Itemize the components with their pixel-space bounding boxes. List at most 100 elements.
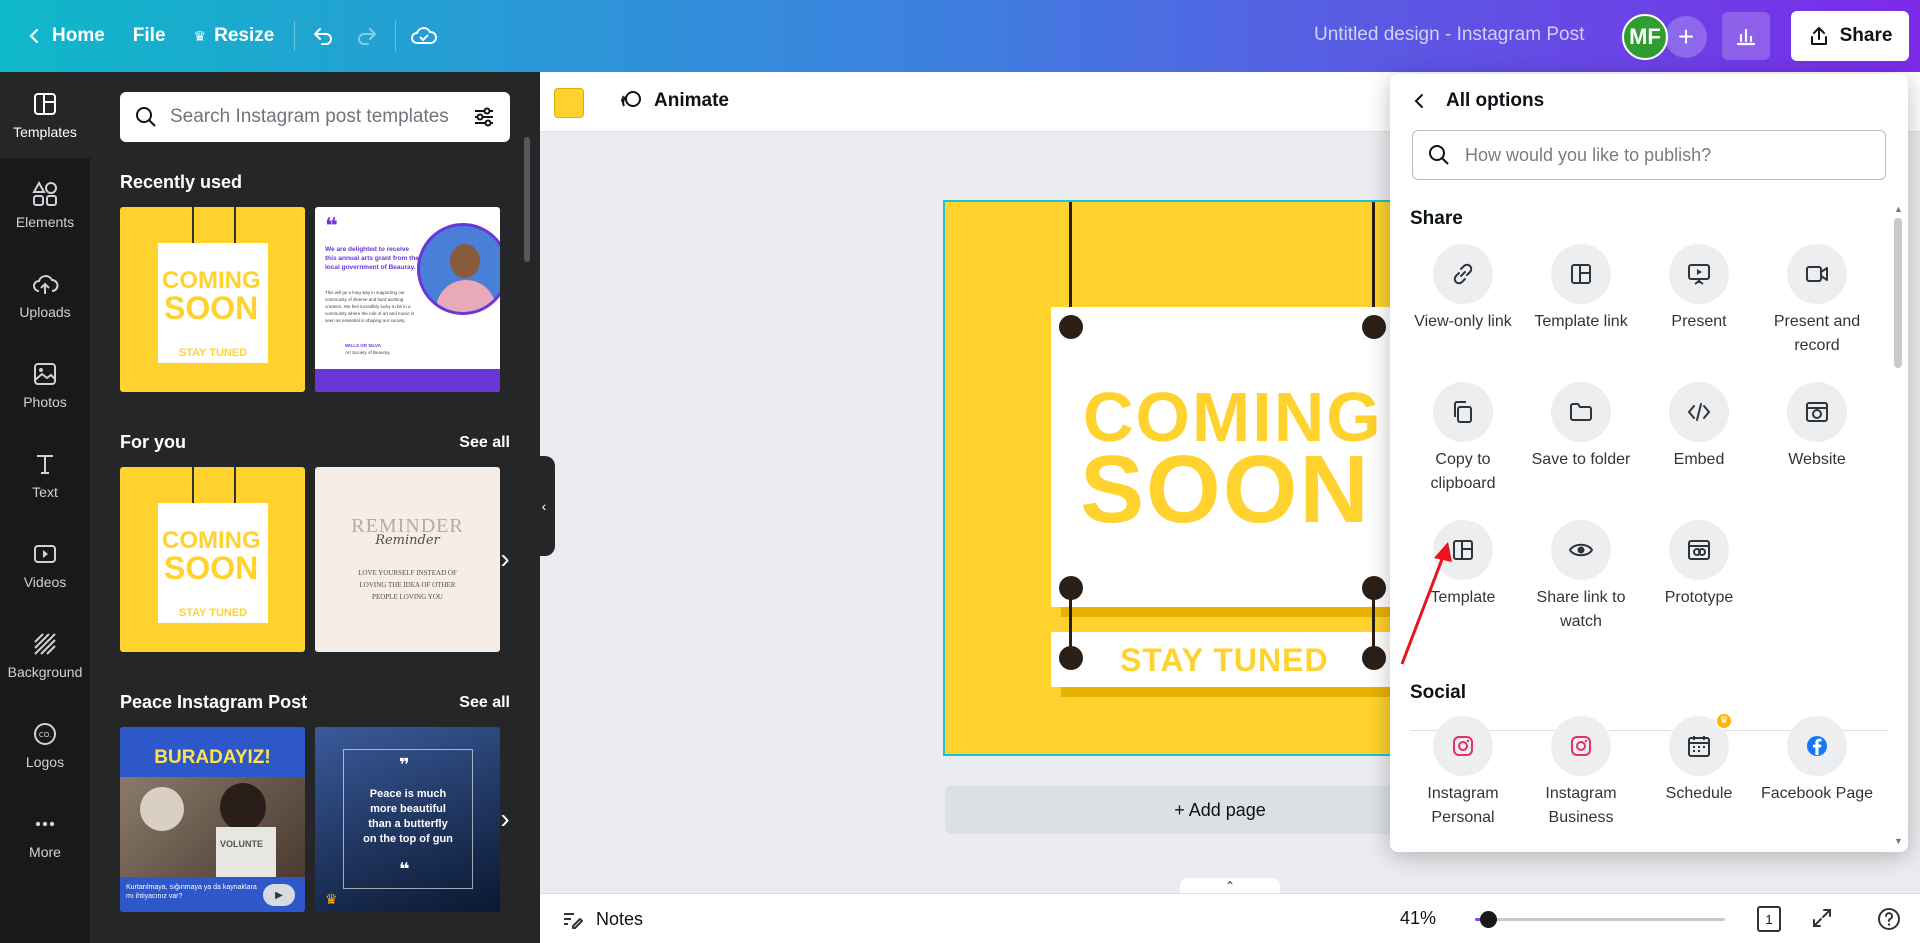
see-all-link[interactable]: See all bbox=[459, 434, 510, 452]
insights-button[interactable] bbox=[1722, 12, 1770, 60]
side-rail: Templates Elements Uploads Photos Text V… bbox=[0, 72, 90, 943]
rail-item-photos[interactable]: Photos bbox=[0, 342, 90, 428]
option-label: Embed bbox=[1673, 451, 1725, 468]
people-photo: VOLUNTE bbox=[120, 777, 305, 877]
templates-panel: Search Instagram post templates Recently… bbox=[90, 72, 540, 943]
collapse-panel-button[interactable]: ‹ bbox=[533, 456, 555, 556]
thumb-text: STAY TUNED bbox=[158, 347, 268, 359]
option-label: Website bbox=[1788, 451, 1846, 468]
panel-scrollbar[interactable] bbox=[524, 137, 530, 262]
file-menu-button[interactable]: File bbox=[119, 14, 180, 58]
template-thumbnail[interactable]: ❞ Peace is much more beautiful than a bu… bbox=[315, 727, 500, 912]
option-label: Copy to clipboard bbox=[1430, 451, 1496, 492]
publish-search[interactable]: How would you like to publish? bbox=[1412, 130, 1886, 180]
share-option-embed[interactable]: Embed bbox=[1640, 382, 1758, 472]
design-heading[interactable]: SOON bbox=[1080, 442, 1371, 538]
share-option-template-link[interactable]: Template link bbox=[1522, 244, 1640, 334]
scroll-up-icon[interactable]: ▲ bbox=[1894, 204, 1903, 214]
resize-label: Resize bbox=[214, 25, 275, 46]
quote-mark-icon: ❝ bbox=[399, 859, 410, 879]
help-button[interactable] bbox=[1876, 906, 1902, 937]
avatar[interactable]: MF bbox=[1622, 14, 1668, 60]
play-icon: ▶ bbox=[263, 884, 295, 906]
color-swatch[interactable] bbox=[554, 88, 584, 118]
see-all-link[interactable]: See all bbox=[459, 694, 510, 712]
resize-button[interactable]: ♛ Resize bbox=[180, 14, 289, 58]
search-icon bbox=[136, 107, 156, 127]
share-option-share-link-to-watch[interactable]: Share link to watch bbox=[1522, 520, 1640, 634]
chevron-left-icon bbox=[1414, 94, 1423, 108]
home-button[interactable]: Home bbox=[12, 14, 119, 58]
dropdown-scrollbar[interactable]: ▲ ▼ bbox=[1894, 204, 1903, 846]
social-section-title: Social bbox=[1410, 682, 1466, 703]
cloud-check-icon bbox=[411, 27, 438, 44]
crown-icon: ♛ bbox=[325, 891, 338, 907]
share-option-save-to-folder[interactable]: Save to folder bbox=[1522, 382, 1640, 472]
template-thumbnail[interactable]: REMINDER Reminder LOVE YOURSELF INSTEAD … bbox=[315, 467, 500, 652]
template-thumbnail[interactable]: BURADAYIZ! VOLUNTE Kurtarılmaya, sığınma… bbox=[120, 727, 305, 912]
carousel-next-button[interactable]: › bbox=[492, 799, 518, 839]
folder-icon bbox=[1570, 403, 1592, 421]
rail-item-text[interactable]: Text bbox=[0, 432, 90, 518]
thumb-text: Peace is much more beautiful than a butt… bbox=[363, 788, 453, 845]
filter-sliders-icon[interactable] bbox=[472, 105, 496, 129]
zoom-slider-knob[interactable] bbox=[1479, 911, 1497, 928]
share-option-present-and-record[interactable]: Present and record bbox=[1758, 244, 1876, 358]
expand-pages-button[interactable]: ⌃ bbox=[1180, 878, 1280, 894]
animate-button[interactable]: Animate bbox=[618, 88, 729, 114]
back-to-all-options[interactable]: All options bbox=[1412, 90, 1544, 112]
add-collaborator-button[interactable]: + bbox=[1665, 16, 1707, 58]
rail-item-uploads[interactable]: Uploads bbox=[0, 252, 90, 338]
redo-button[interactable] bbox=[345, 14, 389, 58]
rail-item-videos[interactable]: Videos bbox=[0, 522, 90, 608]
rail-label: Logos bbox=[25, 754, 65, 770]
rail-item-background[interactable]: Background bbox=[0, 612, 90, 698]
zoom-level[interactable]: 41% bbox=[1400, 908, 1436, 929]
notes-button[interactable]: Notes bbox=[560, 907, 643, 931]
rail-item-more[interactable]: More bbox=[0, 792, 90, 878]
rope-knot bbox=[1059, 315, 1083, 339]
design-canvas[interactable]: COMING SOON STAY TUNED bbox=[943, 200, 1402, 756]
bottom-bar: Notes 41% 1 bbox=[540, 893, 1920, 943]
publish-search-input[interactable]: How would you like to publish? bbox=[1465, 145, 1711, 166]
share-button[interactable]: Share bbox=[1791, 11, 1909, 61]
thumb-text: VOLUNTE bbox=[220, 839, 264, 849]
zoom-slider[interactable] bbox=[1475, 911, 1725, 928]
template-search[interactable]: Search Instagram post templates bbox=[120, 92, 510, 142]
carousel-next-button[interactable]: › bbox=[492, 539, 518, 579]
rail-item-templates[interactable]: Templates bbox=[0, 72, 90, 158]
page-count-button[interactable]: 1 bbox=[1757, 906, 1781, 932]
rope bbox=[234, 207, 236, 247]
scroll-thumb[interactable] bbox=[1894, 218, 1902, 368]
option-label: Share link to watch bbox=[1536, 589, 1626, 630]
share-option-prototype[interactable]: Prototype bbox=[1640, 520, 1758, 610]
instagram-icon bbox=[1571, 736, 1591, 756]
option-label: Prototype bbox=[1664, 589, 1734, 606]
design-subheading[interactable]: STAY TUNED bbox=[1120, 642, 1329, 679]
facebook-icon bbox=[1807, 736, 1827, 756]
rail-item-logos[interactable]: CO. Logos bbox=[0, 702, 90, 788]
social-option-instagram-business[interactable]: Instagram Business bbox=[1522, 716, 1640, 830]
social-option-facebook-page[interactable]: Facebook Page bbox=[1758, 716, 1876, 806]
scroll-down-icon[interactable]: ▼ bbox=[1894, 836, 1903, 846]
fullscreen-button[interactable] bbox=[1810, 906, 1834, 935]
social-option-instagram-personal[interactable]: Instagram Personal bbox=[1404, 716, 1522, 830]
notes-label: Notes bbox=[596, 908, 644, 929]
social-option-schedule[interactable]: ♛ Schedule bbox=[1640, 712, 1758, 806]
share-option-copy-to-clipboard[interactable]: Copy to clipboard bbox=[1404, 382, 1522, 496]
rope-knot bbox=[1362, 576, 1386, 600]
template-thumbnail[interactable]: ❝ We are delighted to receive this annua… bbox=[315, 207, 500, 392]
undo-button[interactable] bbox=[301, 14, 345, 58]
cloud-save-status-button[interactable] bbox=[402, 14, 446, 58]
search-input[interactable]: Search Instagram post templates bbox=[170, 106, 460, 128]
rail-item-elements[interactable]: Elements bbox=[0, 162, 90, 248]
template-thumbnail[interactable]: COMING SOON STAY TUNED bbox=[120, 467, 305, 652]
share-option-website[interactable]: Website bbox=[1758, 382, 1876, 472]
chevron-right-icon: › bbox=[500, 543, 510, 574]
document-title[interactable]: Untitled design - Instagram Post bbox=[1314, 24, 1584, 46]
rope-knot bbox=[1059, 646, 1083, 670]
share-option-present[interactable]: Present bbox=[1640, 244, 1758, 334]
template-thumbnail[interactable]: COMING SOON STAY TUNED bbox=[120, 207, 305, 392]
share-option-view-only-link[interactable]: View-only link bbox=[1404, 244, 1522, 334]
templates-icon bbox=[34, 93, 56, 115]
